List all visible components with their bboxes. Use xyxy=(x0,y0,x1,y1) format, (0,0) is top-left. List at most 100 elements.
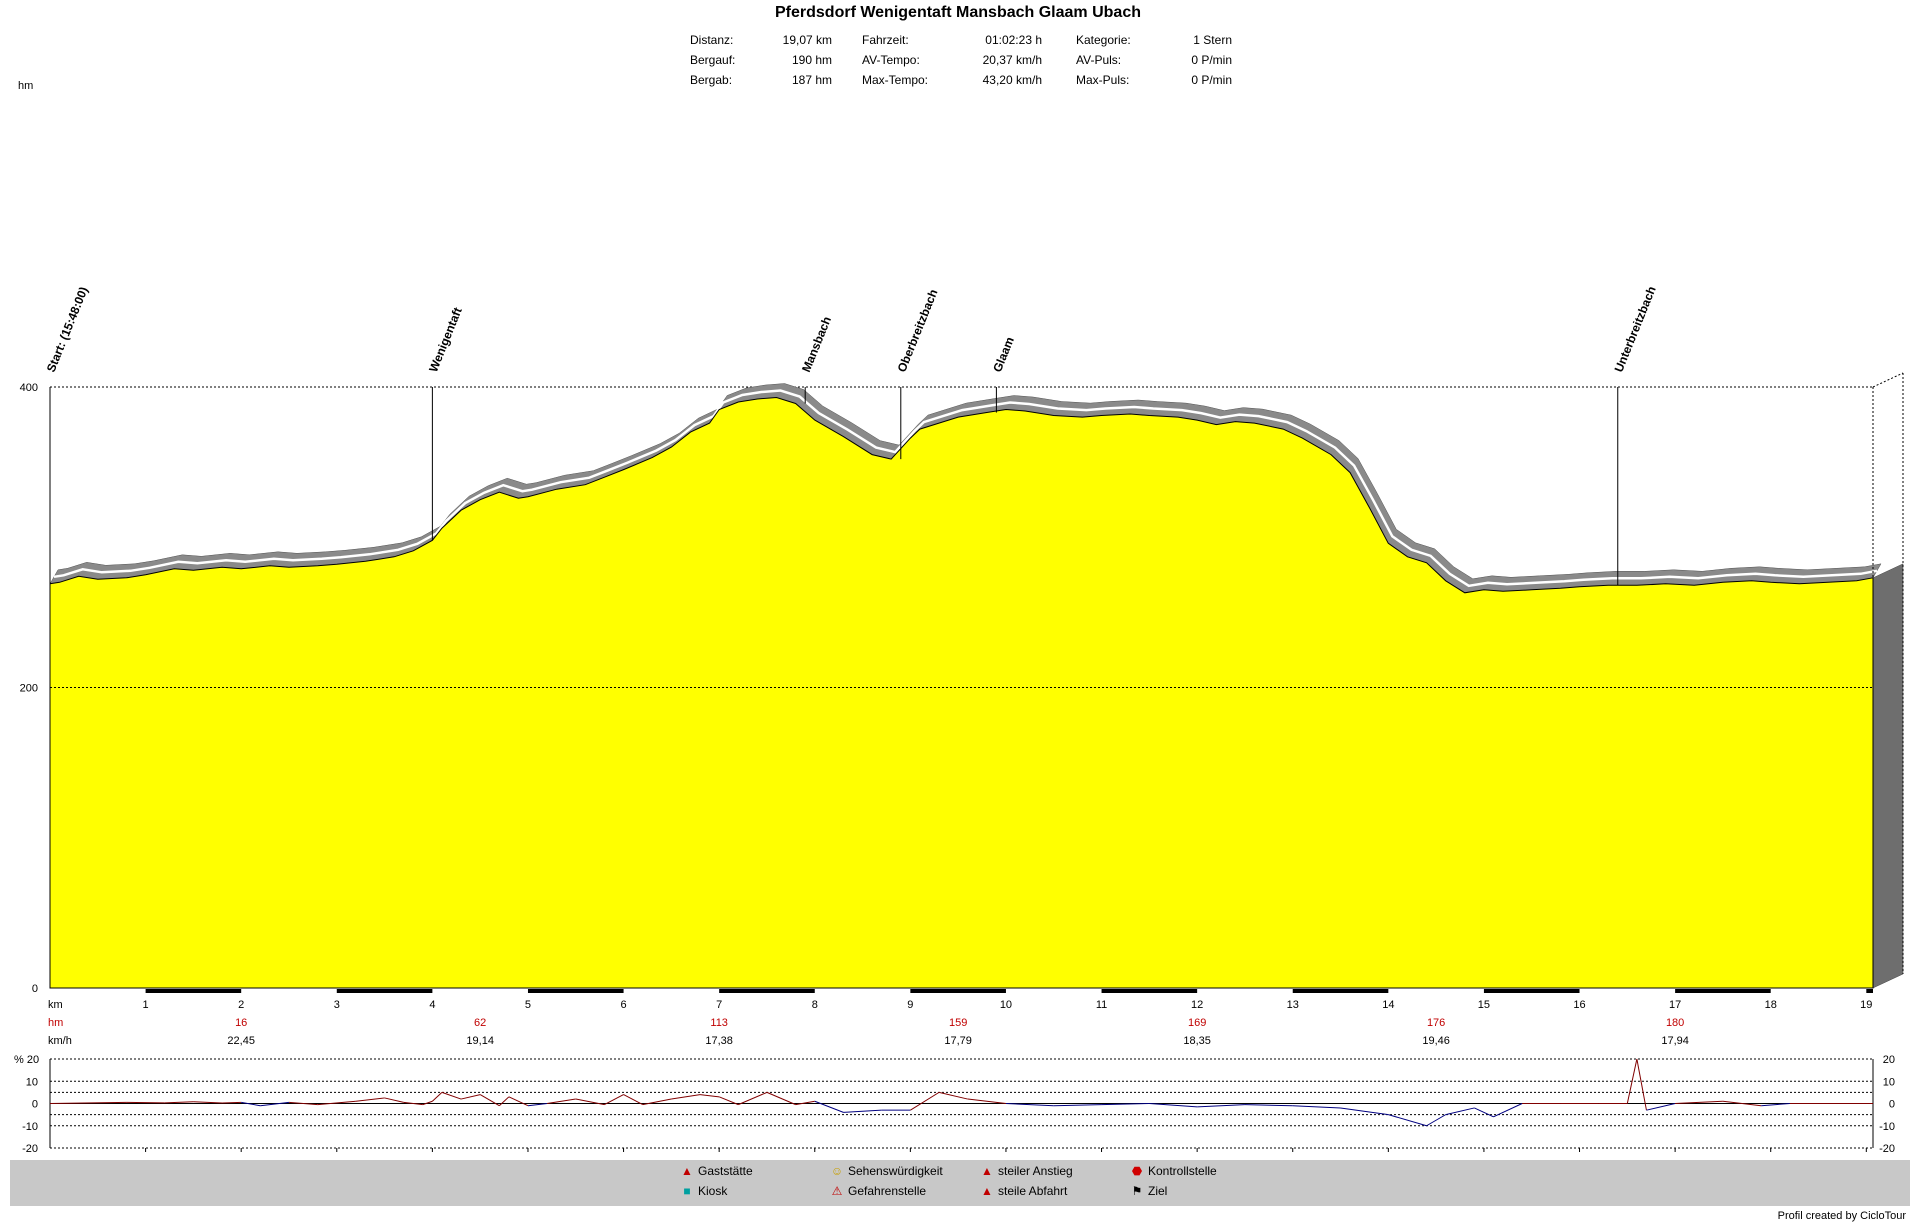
gradient-y-tick: -10 xyxy=(22,1121,38,1133)
x-axis-label: km xyxy=(48,999,63,1011)
hm-value: 176 xyxy=(1427,1017,1445,1029)
x-tick-label: 1 xyxy=(143,999,149,1011)
x-tick-label: 18 xyxy=(1765,999,1777,1011)
x-tick-label: 13 xyxy=(1287,999,1299,1011)
gradient-segment xyxy=(796,1101,815,1104)
gradient-segment xyxy=(1427,1115,1446,1126)
legend-item: ⚠ Gefahrenstelle xyxy=(830,1184,926,1198)
x-tick-label: 8 xyxy=(812,999,818,1011)
gradient-segment xyxy=(442,1092,461,1099)
waypoint-label: Unterbreitzbach xyxy=(1612,284,1659,374)
km-bar-segment xyxy=(719,989,815,993)
km-bar-segment xyxy=(910,989,1006,993)
steep-down-icon: ▲ xyxy=(980,1184,994,1198)
gradient-segment xyxy=(1197,1105,1245,1107)
gradient-segment xyxy=(423,1101,433,1104)
km-bar-segment xyxy=(1293,989,1389,993)
kmh-value: 22,45 xyxy=(227,1035,255,1047)
gradient-segment xyxy=(461,1095,480,1099)
x-tick-label: 4 xyxy=(429,999,435,1011)
hm-value: 180 xyxy=(1666,1017,1684,1029)
km-bar-segment xyxy=(146,989,242,993)
gradient-segment xyxy=(356,1098,385,1101)
waypoint-label: Oberbreitzbach xyxy=(895,287,941,374)
hm-value: 113 xyxy=(710,1017,728,1029)
gradient-segment xyxy=(260,1102,289,1105)
gradient-segment xyxy=(910,1092,939,1110)
gradient-y-tick: 0 xyxy=(32,1099,38,1111)
gradient-segment xyxy=(318,1101,356,1104)
gradient-y-tick-right: 0 xyxy=(1889,1099,1895,1111)
gradient-segment xyxy=(509,1097,528,1106)
gradient-y-tick-right: 10 xyxy=(1883,1076,1895,1088)
x-tick-label: 3 xyxy=(334,999,340,1011)
gradient-segment xyxy=(165,1102,194,1103)
hm-value: 16 xyxy=(235,1017,247,1029)
kmh-value: 17,94 xyxy=(1661,1035,1689,1047)
gradient-segment xyxy=(939,1092,968,1099)
x-tick-label: 5 xyxy=(525,999,531,1011)
x-tick-label: 2 xyxy=(238,999,244,1011)
x-tick-label: 17 xyxy=(1669,999,1681,1011)
gradient-segment xyxy=(1637,1059,1647,1110)
gradient-segment xyxy=(547,1099,576,1103)
hm-value: 159 xyxy=(949,1017,967,1029)
y-tick-label: 400 xyxy=(20,382,38,394)
gradient-segment xyxy=(1341,1108,1389,1115)
gradient-segment xyxy=(1293,1106,1341,1108)
gradient-y-label: % 20 xyxy=(14,1054,39,1066)
km-bar-segment xyxy=(1484,989,1580,993)
legend-item: ⚑Ziel xyxy=(1130,1184,1167,1198)
gradient-y-tick: 10 xyxy=(26,1076,38,1088)
kiosk-icon: ■ xyxy=(680,1184,694,1198)
gradient-segment xyxy=(432,1092,442,1101)
gradient-segment xyxy=(815,1101,844,1112)
gradient-segment xyxy=(1646,1104,1675,1111)
gradient-segment xyxy=(968,1099,1006,1103)
km-bar-segment xyxy=(1102,989,1198,993)
x-tick-label: 12 xyxy=(1191,999,1203,1011)
x-tick-label: 15 xyxy=(1478,999,1490,1011)
gradient-segment xyxy=(1149,1104,1197,1107)
legend-label: Sehenswürdigkeit xyxy=(848,1164,943,1178)
kmh-value: 19,14 xyxy=(466,1035,494,1047)
kmh-row-label: km/h xyxy=(48,1035,72,1047)
waypoint-label: Start: (15:48:00) xyxy=(44,285,91,374)
gradient-segment xyxy=(1245,1105,1293,1106)
x-tick-label: 6 xyxy=(621,999,627,1011)
legend-label: Gaststätte xyxy=(698,1164,753,1178)
gradient-y-tick-right: -20 xyxy=(1879,1143,1895,1155)
gradient-segment xyxy=(480,1095,499,1106)
km-bar-segment xyxy=(337,989,433,993)
legend-label: Kiosk xyxy=(698,1184,727,1198)
legend-label: Gefahrenstelle xyxy=(848,1184,926,1198)
km-bar-segment xyxy=(1866,989,1873,993)
legend-item: ☺Sehenswürdigkeit xyxy=(830,1164,943,1178)
x-tick-label: 16 xyxy=(1573,999,1585,1011)
gradient-segment xyxy=(738,1092,767,1104)
km-bar-segment xyxy=(528,989,624,993)
hm-row-label: hm xyxy=(48,1017,63,1029)
legend-item: ▲steile Abfahrt xyxy=(980,1184,1067,1198)
gradient-chart: % 2020101000-10-10-20-20 xyxy=(14,1054,1895,1155)
kmh-value: 18,35 xyxy=(1183,1035,1211,1047)
warning-icon: ⚠ xyxy=(830,1184,844,1198)
x-tick-label: 19 xyxy=(1860,999,1872,1011)
gradient-segment xyxy=(1446,1108,1475,1115)
waypoint-label: Wenigentaft xyxy=(426,305,465,374)
y-tick-label: 0 xyxy=(32,983,38,995)
km-bar-segment xyxy=(1675,989,1771,993)
gradient-y-tick-right: -10 xyxy=(1879,1121,1895,1133)
x-tick-label: 11 xyxy=(1096,999,1107,1011)
y-tick-label: 200 xyxy=(20,683,38,695)
x-tick-label: 10 xyxy=(1000,999,1012,1011)
legend-label: Ziel xyxy=(1148,1184,1167,1198)
y-axis-label: hm xyxy=(18,80,33,92)
x-tick-label: 9 xyxy=(907,999,913,1011)
gradient-segment xyxy=(1054,1105,1102,1106)
legend-item: ⬣Kontrollstelle xyxy=(1130,1164,1217,1178)
kmh-value: 17,38 xyxy=(705,1035,733,1047)
legend-label: Kontrollstelle xyxy=(1148,1164,1217,1178)
gradient-segment xyxy=(1474,1108,1493,1117)
gradient-segment xyxy=(385,1098,404,1102)
